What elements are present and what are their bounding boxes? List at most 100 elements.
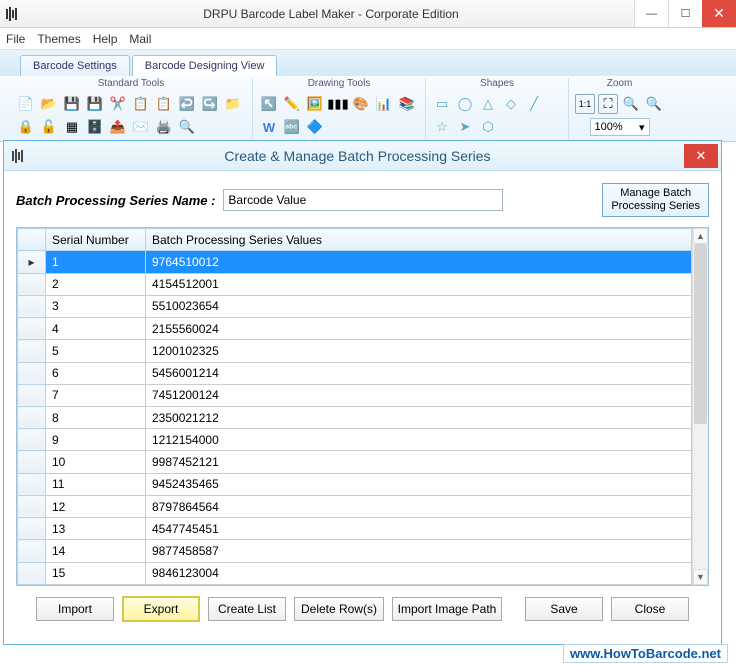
scroll-thumb[interactable]: [694, 244, 707, 424]
undo-icon[interactable]: ↩️: [177, 94, 197, 114]
chart-icon[interactable]: 📊: [374, 94, 394, 114]
import-image-path-button[interactable]: Import Image Path: [392, 597, 502, 621]
cell-serial[interactable]: 10: [46, 451, 146, 473]
cell-serial[interactable]: 3: [46, 295, 146, 317]
cell-serial[interactable]: 1: [46, 251, 146, 273]
export-button[interactable]: Export: [122, 596, 200, 622]
cell-serial[interactable]: 4: [46, 318, 146, 340]
table-row[interactable]: 51200102325: [18, 340, 692, 362]
row-indicator[interactable]: [18, 562, 46, 584]
cell-value[interactable]: 4547745451: [146, 518, 692, 540]
cell-value[interactable]: 9846123004: [146, 562, 692, 584]
cell-serial[interactable]: 13: [46, 518, 146, 540]
window-close-button[interactable]: ✕: [702, 0, 736, 27]
mail-icon[interactable]: ✉️: [131, 117, 151, 137]
import-button[interactable]: Import: [36, 597, 114, 621]
open-icon[interactable]: 📂: [39, 94, 59, 114]
close-button[interactable]: Close: [611, 597, 689, 621]
table-row[interactable]: 109987452121: [18, 451, 692, 473]
select-icon[interactable]: ↖️: [259, 94, 279, 114]
row-indicator[interactable]: [18, 362, 46, 384]
series-name-input[interactable]: [223, 189, 503, 211]
cell-value[interactable]: 4154512001: [146, 273, 692, 295]
circle-icon[interactable]: ◯: [455, 94, 475, 114]
row-indicator[interactable]: [18, 273, 46, 295]
menu-help[interactable]: Help: [93, 32, 118, 46]
grid-icon[interactable]: ▦: [62, 117, 82, 137]
cell-value[interactable]: 9452435465: [146, 473, 692, 495]
triangle-icon[interactable]: △: [478, 94, 498, 114]
table-row[interactable]: ▸19764510012: [18, 251, 692, 273]
grid-header-serial[interactable]: Serial Number: [46, 229, 146, 251]
table-row[interactable]: 159846123004: [18, 562, 692, 584]
row-indicator[interactable]: [18, 407, 46, 429]
table-row[interactable]: 82350021212: [18, 407, 692, 429]
unlock-icon[interactable]: 🔓: [39, 117, 59, 137]
cell-serial[interactable]: 11: [46, 473, 146, 495]
window-minimize-button[interactable]: —: [634, 0, 668, 27]
database-icon[interactable]: 🗄️: [85, 117, 105, 137]
row-indicator[interactable]: [18, 495, 46, 517]
cell-serial[interactable]: 2: [46, 273, 146, 295]
cell-value[interactable]: 2155560024: [146, 318, 692, 340]
table-row[interactable]: 42155560024: [18, 318, 692, 340]
lock-icon[interactable]: 🔒: [16, 117, 36, 137]
cell-value[interactable]: 2350021212: [146, 407, 692, 429]
row-indicator[interactable]: [18, 451, 46, 473]
cell-value[interactable]: 8797864564: [146, 495, 692, 517]
table-row[interactable]: 134547745451: [18, 518, 692, 540]
table-row[interactable]: 91212154000: [18, 429, 692, 451]
table-row[interactable]: 128797864564: [18, 495, 692, 517]
row-indicator[interactable]: [18, 295, 46, 317]
text-icon[interactable]: 🔤: [282, 117, 302, 137]
diamond-icon[interactable]: ◇: [501, 94, 521, 114]
cell-serial[interactable]: 5: [46, 340, 146, 362]
dialog-close-button[interactable]: ✕: [684, 144, 718, 168]
zoomout-icon[interactable]: 🔍: [644, 94, 664, 114]
barcode-icon[interactable]: ▮▮▮: [328, 94, 348, 114]
row-indicator[interactable]: [18, 429, 46, 451]
line-icon[interactable]: ╱: [524, 94, 544, 114]
redo-icon[interactable]: ↪️: [200, 94, 220, 114]
table-row[interactable]: 24154512001: [18, 273, 692, 295]
table-row[interactable]: 149877458587: [18, 540, 692, 562]
cell-value[interactable]: 1200102325: [146, 340, 692, 362]
paste-icon[interactable]: 📋: [154, 94, 174, 114]
grid-scrollbar[interactable]: ▲ ▼: [692, 228, 708, 585]
row-indicator[interactable]: [18, 340, 46, 362]
zoom-select[interactable]: 100%▾: [590, 118, 650, 136]
preview-icon[interactable]: 🔍: [177, 117, 197, 137]
row-indicator[interactable]: [18, 473, 46, 495]
table-row[interactable]: 35510023654: [18, 295, 692, 317]
arrow-icon[interactable]: ➤: [455, 117, 475, 137]
pen-icon[interactable]: ✏️: [282, 94, 302, 114]
cell-serial[interactable]: 14: [46, 540, 146, 562]
table-row[interactable]: 119452435465: [18, 473, 692, 495]
cell-serial[interactable]: 6: [46, 362, 146, 384]
export-icon[interactable]: 📤: [108, 117, 128, 137]
row-indicator[interactable]: ▸: [18, 251, 46, 273]
delete-rows-button[interactable]: Delete Row(s): [294, 597, 384, 621]
image-icon[interactable]: 🖼️: [305, 94, 325, 114]
scroll-down-icon[interactable]: ▼: [693, 569, 708, 585]
save-button[interactable]: Save: [525, 597, 603, 621]
cell-value[interactable]: 7451200124: [146, 384, 692, 406]
fill-icon[interactable]: 🎨: [351, 94, 371, 114]
cell-serial[interactable]: 15: [46, 562, 146, 584]
table-row[interactable]: 77451200124: [18, 384, 692, 406]
row-indicator[interactable]: [18, 518, 46, 540]
cell-value[interactable]: 5456001214: [146, 362, 692, 384]
hex-icon[interactable]: ⬡: [478, 117, 498, 137]
tab-barcode-settings[interactable]: Barcode Settings: [20, 55, 130, 76]
row-indicator[interactable]: [18, 540, 46, 562]
table-row[interactable]: 65456001214: [18, 362, 692, 384]
print-icon[interactable]: 🖨️: [154, 117, 174, 137]
rect-icon[interactable]: ▭: [432, 94, 452, 114]
cell-value[interactable]: 1212154000: [146, 429, 692, 451]
cell-value[interactable]: 9764510012: [146, 251, 692, 273]
new-icon[interactable]: 📄: [16, 94, 36, 114]
library-icon[interactable]: 📚: [397, 94, 417, 114]
grid-header-rowselector[interactable]: [18, 229, 46, 251]
wordart-icon[interactable]: W: [259, 117, 279, 137]
cell-value[interactable]: 9987452121: [146, 451, 692, 473]
